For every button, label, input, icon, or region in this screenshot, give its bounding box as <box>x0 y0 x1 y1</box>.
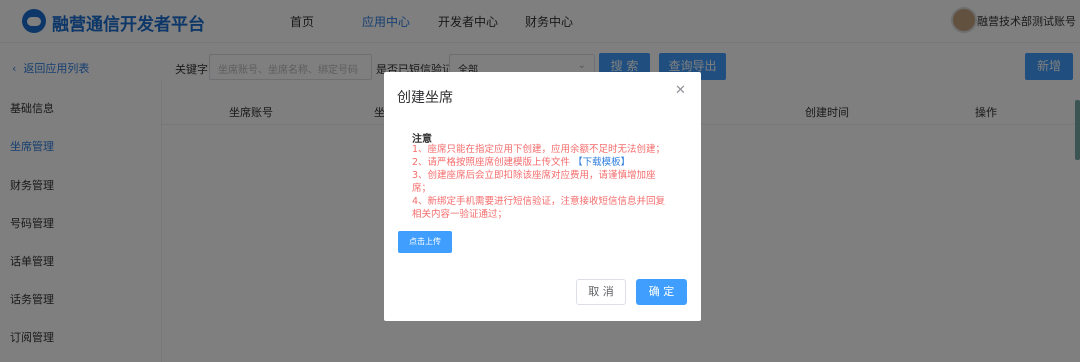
note-line-3: 3、创建座席后会立即扣除该座席对应费用，请谨慎增加座 <box>412 170 656 181</box>
note-line-2: 2、请严格按照座席创建模版上传文件 【下载模板】 <box>412 156 630 169</box>
cancel-button[interactable]: 取 消 <box>576 279 626 305</box>
note-line-1: 1、座席只能在指定应用下创建，应用余额不足时无法创建； <box>412 144 666 155</box>
upload-button[interactable]: 点击上传 <box>398 231 452 253</box>
dialog-title: 创建坐席 <box>397 90 453 106</box>
close-icon[interactable]: ✕ <box>675 83 686 98</box>
note-line-4: 4、新绑定手机需要进行短信验证，注意接收短信信息并回复 <box>412 196 666 207</box>
note-line-4b: 相关内容一验证通过； <box>412 209 508 220</box>
note-line-3b: 席； <box>412 183 432 194</box>
create-seat-dialog: 创建坐席 ✕ 注意 1、座席只能在指定应用下创建，应用余额不足时无法创建； 2、… <box>384 72 701 321</box>
note-line-2-text: 2、请严格按照座席创建模版上传文件 <box>412 157 571 168</box>
confirm-button[interactable]: 确 定 <box>636 279 687 305</box>
download-template-link[interactable]: 【下载模板】 <box>573 157 630 168</box>
